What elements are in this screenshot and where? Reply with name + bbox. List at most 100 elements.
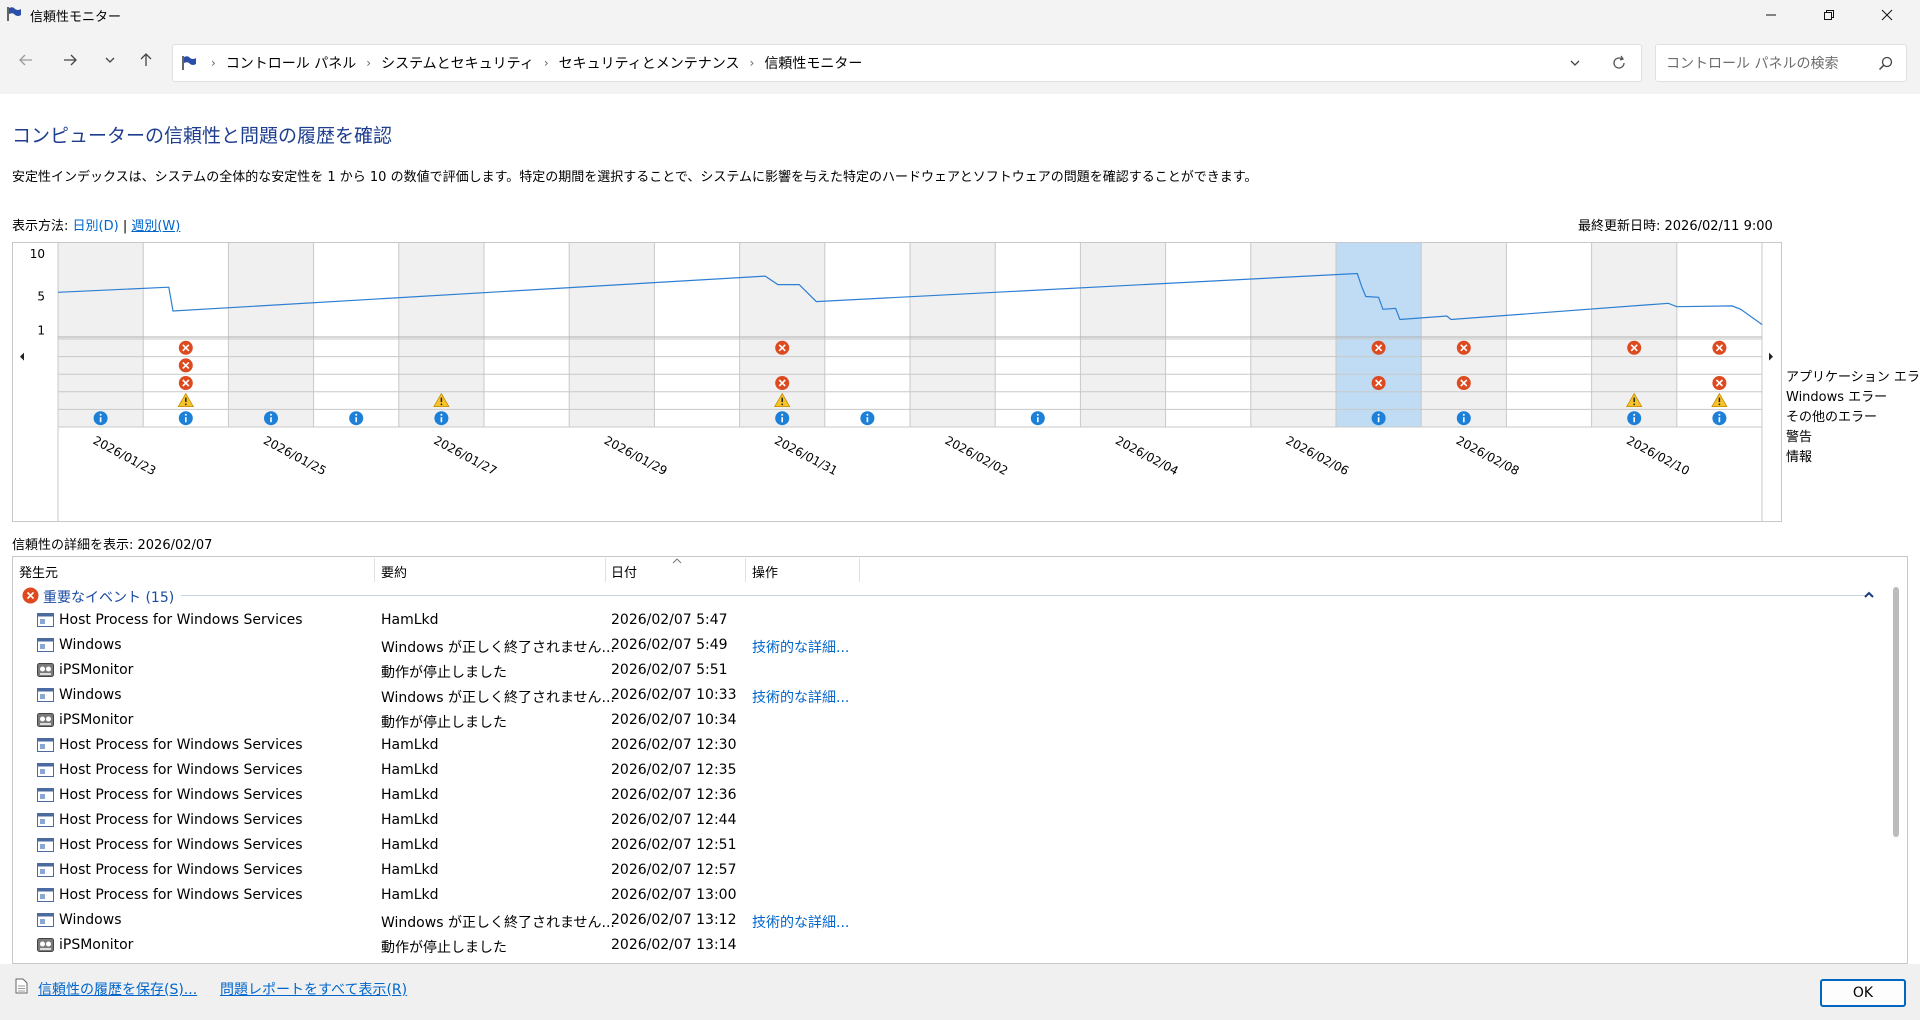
- info-icon[interactable]: [775, 411, 790, 426]
- error-icon[interactable]: [775, 376, 790, 390]
- table-row[interactable]: Host Process for Windows Services HamLkd 2…: [13, 883, 1873, 908]
- breadcrumb-item-security-maintenance[interactable]: セキュリティとメンテナンス: [559, 53, 740, 73]
- error-icon[interactable]: [1712, 340, 1727, 355]
- search-icon[interactable]: [1878, 56, 1893, 71]
- info-icon[interactable]: [1627, 411, 1642, 426]
- save-history-link[interactable]: 信頼性の履歴を保存(S)...: [38, 979, 197, 999]
- address-bar[interactable]: › コントロール パネル › システムとセキュリティ › セキュリティとメンテナ…: [172, 44, 1642, 82]
- breadcrumb-item-control-panel[interactable]: コントロール パネル: [226, 53, 356, 73]
- info-icon[interactable]: [1371, 411, 1386, 426]
- info-icon[interactable]: [349, 411, 364, 426]
- table-row[interactable]: iPSMonitor 動作が停止しました 2026/02/07 10:34: [13, 708, 1873, 733]
- day-column[interactable]: [1080, 243, 1166, 427]
- restore-button[interactable]: [1806, 0, 1852, 29]
- row-date: 2026/02/07 12:36: [611, 787, 737, 803]
- table-row[interactable]: Host Process for Windows Services HamLkd 2…: [13, 833, 1873, 858]
- info-icon[interactable]: [434, 411, 449, 426]
- search-input[interactable]: [1664, 53, 1868, 75]
- chevron-up-icon[interactable]: [1863, 590, 1875, 600]
- day-column[interactable]: [1250, 243, 1336, 427]
- column-divider[interactable]: [859, 558, 860, 582]
- table-row[interactable]: Host Process for Windows Services HamLkd 2…: [13, 733, 1873, 758]
- error-icon[interactable]: [178, 358, 193, 373]
- app-icon: [37, 788, 54, 802]
- view-weekly-link[interactable]: 週別(W): [131, 219, 180, 234]
- column-header-summary[interactable]: 要約: [381, 562, 407, 581]
- day-column[interactable]: [58, 243, 144, 427]
- table-row[interactable]: iPSMonitor 動作が停止しました 2026/02/07 5:51: [13, 658, 1873, 683]
- error-icon[interactable]: [1371, 340, 1386, 355]
- error-icon[interactable]: [1627, 340, 1642, 355]
- info-icon[interactable]: [1030, 411, 1045, 426]
- view-daily-link[interactable]: 日別(D): [73, 219, 119, 234]
- search-box: [1655, 44, 1907, 82]
- table-row[interactable]: Host Process for Windows Services HamLkd 2…: [13, 758, 1873, 783]
- table-row[interactable]: Host Process for Windows Services HamLkd 2…: [13, 608, 1873, 633]
- error-icon[interactable]: [1456, 340, 1471, 355]
- day-column[interactable]: [1506, 243, 1592, 427]
- table-row[interactable]: Host Process for Windows Services HamLkd 2…: [13, 783, 1873, 808]
- day-column[interactable]: [228, 243, 314, 427]
- error-icon[interactable]: [1456, 376, 1471, 390]
- day-column[interactable]: [569, 243, 655, 427]
- row-technical-details-link[interactable]: 技術的な詳細...: [752, 687, 849, 707]
- table-row[interactable]: Windows Windows が正しく終了されません... 2026/02/07 …: [13, 908, 1873, 933]
- reliability-chart[interactable]: 10 5 1 2026/01/23 2026/01/25 2026/01/27 2026/…: [12, 242, 1782, 522]
- recent-locations-button[interactable]: [98, 45, 122, 75]
- error-icon[interactable]: [775, 340, 790, 355]
- column-header-source[interactable]: 発生元: [19, 562, 58, 581]
- breadcrumb-chevron-icon: ›: [366, 56, 372, 70]
- day-column[interactable]: [313, 243, 399, 427]
- breadcrumb: › コントロール パネル › システムとセキュリティ › セキュリティとメンテナ…: [201, 45, 862, 81]
- back-button[interactable]: [14, 45, 38, 75]
- view-all-reports-link[interactable]: 問題レポートをすべて表示(R): [220, 979, 407, 999]
- info-icon[interactable]: [93, 411, 108, 426]
- forward-button[interactable]: [58, 45, 82, 75]
- column-divider[interactable]: [605, 558, 606, 582]
- info-icon[interactable]: [264, 411, 278, 426]
- day-column[interactable]: [1165, 243, 1251, 427]
- up-button[interactable]: [134, 45, 158, 75]
- day-column[interactable]: [910, 243, 996, 427]
- info-icon[interactable]: [860, 411, 875, 426]
- table-row[interactable]: iPSMonitor 動作が停止しました 2026/02/07 13:14: [13, 933, 1873, 958]
- x-tick-label: 2026/01/31: [772, 433, 840, 478]
- address-history-icon[interactable]: [1569, 57, 1581, 69]
- row-technical-details-link[interactable]: 技術的な詳細...: [752, 637, 849, 657]
- row-technical-details-link[interactable]: 技術的な詳細...: [752, 912, 849, 932]
- list-scrollbar[interactable]: [1893, 587, 1899, 837]
- day-column[interactable]: [1336, 243, 1422, 427]
- column-divider[interactable]: [745, 558, 746, 582]
- error-icon[interactable]: [178, 340, 193, 355]
- column-divider[interactable]: [374, 558, 375, 582]
- table-row[interactable]: Host Process for Windows Services HamLkd 2…: [13, 808, 1873, 833]
- info-icon[interactable]: [1456, 411, 1471, 426]
- info-icon[interactable]: [1712, 411, 1727, 426]
- column-header-date[interactable]: 日付: [611, 562, 637, 581]
- table-row[interactable]: Windows Windows が正しく終了されません... 2026/02/07 …: [13, 633, 1873, 658]
- day-column[interactable]: [484, 243, 570, 427]
- day-column[interactable]: [1421, 243, 1507, 427]
- x-tick-label: 2026/02/06: [1283, 433, 1351, 478]
- error-icon[interactable]: [1371, 376, 1386, 390]
- day-column[interactable]: [654, 243, 740, 427]
- error-icon[interactable]: [1712, 376, 1727, 390]
- ok-button[interactable]: OK: [1820, 979, 1906, 1007]
- table-row[interactable]: Windows Windows が正しく終了されません... 2026/02/07 …: [13, 683, 1873, 708]
- day-column[interactable]: [824, 243, 910, 427]
- breadcrumb-item-system-security[interactable]: システムとセキュリティ: [381, 53, 534, 73]
- column-header-action[interactable]: 操作: [752, 562, 778, 581]
- scroll-right-icon[interactable]: [1769, 352, 1773, 361]
- group-header-critical-events[interactable]: 重要なイベント (15): [13, 583, 1893, 607]
- breadcrumb-item-reliability-monitor[interactable]: 信頼性モニター: [764, 53, 862, 73]
- day-column[interactable]: [995, 243, 1081, 427]
- refresh-icon[interactable]: [1611, 55, 1627, 71]
- row-date: 2026/02/07 13:12: [611, 912, 737, 928]
- table-row[interactable]: Host Process for Windows Services HamLkd 2…: [13, 858, 1873, 883]
- scroll-left-icon[interactable]: [20, 352, 24, 361]
- info-icon[interactable]: [178, 411, 193, 426]
- close-button[interactable]: [1864, 0, 1910, 29]
- minimize-button[interactable]: [1748, 0, 1794, 29]
- row-source: Windows: [59, 912, 122, 928]
- error-icon[interactable]: [178, 376, 193, 390]
